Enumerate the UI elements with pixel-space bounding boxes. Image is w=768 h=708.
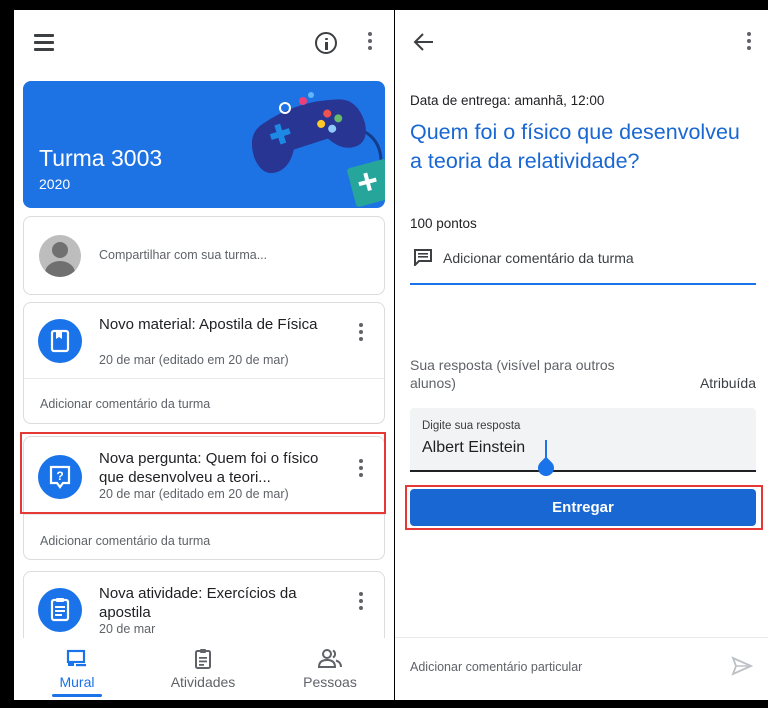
add-class-comment-link[interactable]: Adicionar comentário da turma <box>443 250 634 266</box>
clipboard-icon <box>195 649 211 669</box>
hamburger-menu-icon[interactable] <box>34 34 54 51</box>
class-name: Turma 3003 <box>39 145 163 171</box>
send-icon[interactable] <box>731 656 753 676</box>
answer-input-value: Albert Einstein <box>422 439 526 456</box>
post-more-options-icon[interactable] <box>358 592 364 612</box>
post-more-options-icon[interactable] <box>358 323 364 343</box>
cursor-handle-icon[interactable] <box>534 456 558 480</box>
post-title: Nova atividade: Exercícios da apostila <box>99 585 297 621</box>
more-options-icon[interactable] <box>746 32 752 52</box>
back-arrow-icon[interactable] <box>413 32 435 52</box>
nav-tab-pessoas[interactable]: Pessoas <box>275 638 385 700</box>
nav-tab-atividades[interactable]: Atividades <box>148 638 258 700</box>
add-class-comment-link[interactable]: Adicionar comentário da turma <box>40 534 210 548</box>
divider <box>410 283 756 285</box>
top-app-bar <box>14 10 394 72</box>
answer-input-label: Digite sua resposta <box>422 420 521 432</box>
answer-input[interactable]: Digite sua resposta Albert Einstein <box>410 408 756 480</box>
points-value: 100 pontos <box>410 216 477 231</box>
add-class-comment-link[interactable]: Adicionar comentário da turma <box>40 397 210 411</box>
people-icon <box>317 649 342 668</box>
comment-icon <box>414 249 432 266</box>
divider <box>24 378 384 379</box>
class-banner[interactable]: Turma 3003 2020 <box>23 81 385 208</box>
active-tab-indicator <box>52 694 102 697</box>
more-options-icon[interactable] <box>367 32 373 52</box>
question-detail-screen: Data de entrega: amanhã, 12:00 Quem foi … <box>395 10 768 700</box>
post-date: 20 de mar (editado em 20 de mar) <box>99 353 289 367</box>
divider <box>24 514 384 515</box>
post-title: Novo material: Apostila de Física <box>99 316 318 333</box>
book-icon <box>38 319 82 363</box>
post-date: 20 de mar <box>99 622 156 636</box>
class-year: 2020 <box>39 176 71 192</box>
due-date: Data de entrega: amanhã, 12:00 <box>410 93 605 108</box>
highlight-box-submit <box>405 485 763 530</box>
question-title: Quem foi o físico que desenvolveu a teor… <box>410 120 740 173</box>
bottom-navigation: Mural Atividades Pessoas <box>14 638 394 700</box>
info-icon[interactable] <box>315 32 337 54</box>
nav-label: Atividades <box>170 674 236 690</box>
assignment-icon <box>38 588 82 632</box>
gamepad-illustration-icon <box>251 92 385 207</box>
your-answer-heading: Sua resposta (visível para outros alunos… <box>410 357 615 391</box>
status-badge: Atribuída <box>699 375 756 391</box>
nav-label: Pessoas <box>303 674 357 690</box>
class-stream-screen: Turma 3003 2020 Compartilhar com sua tur… <box>14 10 394 700</box>
user-avatar-icon <box>39 235 81 277</box>
add-private-comment-input[interactable]: Adicionar comentário particular <box>410 660 582 674</box>
stream-icon <box>66 649 86 667</box>
post-card-material[interactable]: Novo material: Apostila de Física 20 de … <box>23 302 385 424</box>
nav-label: Mural <box>59 674 95 690</box>
nav-tab-mural[interactable]: Mural <box>22 638 132 700</box>
divider <box>395 637 768 638</box>
share-prompt: Compartilhar com sua turma... <box>99 248 268 262</box>
share-with-class-card[interactable]: Compartilhar com sua turma... <box>23 216 385 295</box>
highlight-box-question-post <box>20 432 386 514</box>
